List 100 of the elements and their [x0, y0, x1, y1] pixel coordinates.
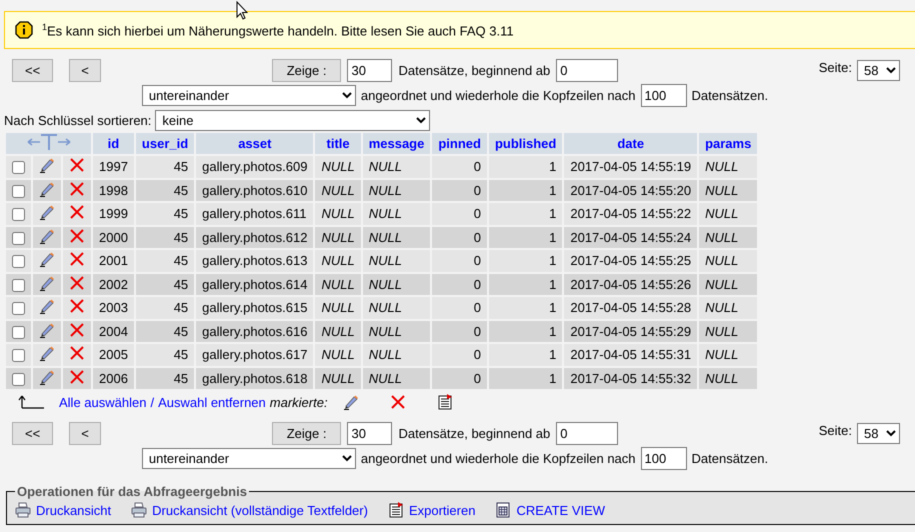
table-cell: NULL — [699, 180, 758, 201]
row-count-field[interactable]: 30 — [347, 422, 392, 445]
table-cell: NULL — [362, 274, 430, 295]
table-cell: 45 — [136, 297, 194, 318]
edit-icon[interactable] — [39, 298, 55, 314]
delete-icon[interactable] — [69, 298, 85, 314]
table-cell: 2003 — [93, 297, 134, 318]
label: Datensätzen. — [692, 88, 768, 103]
table-cell: NULL — [315, 274, 361, 295]
table-cell: 2017-04-05 14:55:32 — [564, 368, 698, 389]
start-field[interactable]: 0 — [556, 422, 618, 445]
table-cell: 45 — [136, 203, 194, 224]
edit-icon[interactable] — [39, 368, 55, 385]
column-header[interactable]: asset — [196, 133, 314, 154]
sort-select[interactable]: keine — [155, 110, 430, 131]
table-cell: 1 — [488, 320, 562, 342]
label: Seite: — [818, 423, 852, 438]
table-cell: NULL — [362, 226, 430, 248]
column-header[interactable]: message — [362, 133, 430, 154]
edit-icon[interactable] — [39, 157, 55, 174]
previous-page-button[interactable]: < — [69, 422, 101, 445]
table-cell: 45 — [136, 156, 194, 178]
export-icon[interactable] — [388, 502, 404, 518]
printer-icon[interactable] — [15, 502, 31, 518]
delete-icon[interactable] — [69, 345, 85, 362]
table-cell: 45 — [136, 226, 194, 248]
first-page-button[interactable]: << — [12, 422, 54, 445]
table-cell: NULL — [315, 226, 361, 248]
table-cell: 0 — [432, 297, 487, 318]
page-select[interactable]: 58 — [857, 60, 900, 81]
row-checkbox[interactable] — [12, 184, 25, 198]
edit-icon[interactable] — [39, 274, 55, 291]
operation-link[interactable]: Druckansicht (vollständige Textfelder) — [152, 502, 368, 518]
row-checkbox[interactable] — [12, 326, 25, 339]
edit-icon[interactable] — [39, 251, 55, 268]
show-button[interactable]: Zeige : — [272, 59, 342, 82]
repeat-field[interactable]: 100 — [640, 84, 687, 107]
previous-page-button[interactable]: < — [69, 59, 101, 82]
edit-icon[interactable] — [342, 394, 359, 410]
delete-icon[interactable] — [69, 157, 85, 174]
column-header[interactable]: params — [699, 133, 758, 154]
table-cell: 1 — [488, 297, 562, 318]
operation-link[interactable]: Druckansicht — [36, 502, 112, 518]
table-cell: NULL — [699, 250, 758, 272]
row-checkbox[interactable] — [12, 161, 25, 174]
table-cell: gallery.photos.617 — [196, 344, 314, 366]
edit-icon[interactable] — [39, 322, 55, 338]
page-select[interactable]: 58 — [857, 423, 900, 444]
table-cell: 1997 — [93, 156, 134, 178]
table-cell: 0 — [432, 368, 487, 389]
column-header[interactable]: date — [564, 133, 698, 154]
row-checkbox[interactable] — [12, 349, 25, 362]
table-cell: 2017-04-05 14:55:29 — [564, 320, 698, 342]
delete-icon[interactable] — [69, 274, 85, 291]
row-checkbox[interactable] — [12, 255, 25, 268]
edit-icon[interactable] — [39, 180, 55, 197]
row-checkbox[interactable] — [12, 208, 25, 222]
delete-icon[interactable] — [69, 204, 85, 220]
display-mode-select[interactable]: untereinander — [142, 448, 356, 469]
edit-icon[interactable] — [39, 228, 55, 244]
delete-icon[interactable] — [69, 228, 85, 244]
table-cell: 45 — [136, 250, 194, 272]
table-cell: NULL — [315, 180, 361, 201]
delete-icon[interactable] — [69, 368, 85, 385]
row-count-field[interactable]: 30 — [347, 59, 392, 82]
row-checkbox[interactable] — [12, 278, 25, 292]
column-header[interactable]: pinned — [432, 133, 487, 154]
display-mode-select[interactable]: untereinander — [142, 85, 356, 106]
repeat-field[interactable]: 100 — [640, 447, 687, 470]
table-cell: 2017-04-05 14:55:31 — [564, 344, 698, 366]
start-field[interactable]: 0 — [556, 59, 618, 82]
info-icon — [15, 21, 33, 39]
edit-icon[interactable] — [39, 345, 55, 362]
column-header[interactable]: user_id — [136, 133, 194, 154]
show-button[interactable]: Zeige : — [272, 422, 342, 445]
separator: / — [150, 394, 154, 410]
row-checkbox[interactable] — [12, 372, 25, 386]
row-checkbox[interactable] — [12, 232, 25, 245]
first-page-button[interactable]: << — [12, 59, 54, 82]
delete-icon[interactable] — [390, 394, 406, 410]
column-header[interactable]: id — [93, 133, 134, 154]
delete-icon[interactable] — [69, 322, 85, 338]
select-all-link[interactable]: Alle auswählen — [59, 394, 146, 410]
table-icon[interactable] — [495, 502, 512, 518]
delete-icon[interactable] — [69, 180, 85, 197]
table-cell: NULL — [362, 344, 430, 366]
delete-icon[interactable] — [69, 251, 85, 268]
export-icon[interactable] — [436, 394, 453, 410]
printer-icon[interactable] — [131, 502, 148, 518]
operation-link[interactable]: Exportieren — [408, 502, 476, 518]
row-checkbox[interactable] — [12, 302, 25, 316]
operation-link[interactable]: CREATE VIEW — [516, 502, 606, 518]
column-header[interactable]: title — [315, 133, 361, 154]
table-cell: NULL — [699, 203, 758, 224]
table-cell: 45 — [136, 180, 194, 201]
table-cell: NULL — [699, 344, 758, 366]
deselect-all-link[interactable]: Auswahl entfernen — [158, 394, 266, 410]
table-cell: gallery.photos.614 — [196, 274, 314, 295]
column-header[interactable]: published — [488, 133, 562, 154]
edit-icon[interactable] — [39, 204, 55, 220]
